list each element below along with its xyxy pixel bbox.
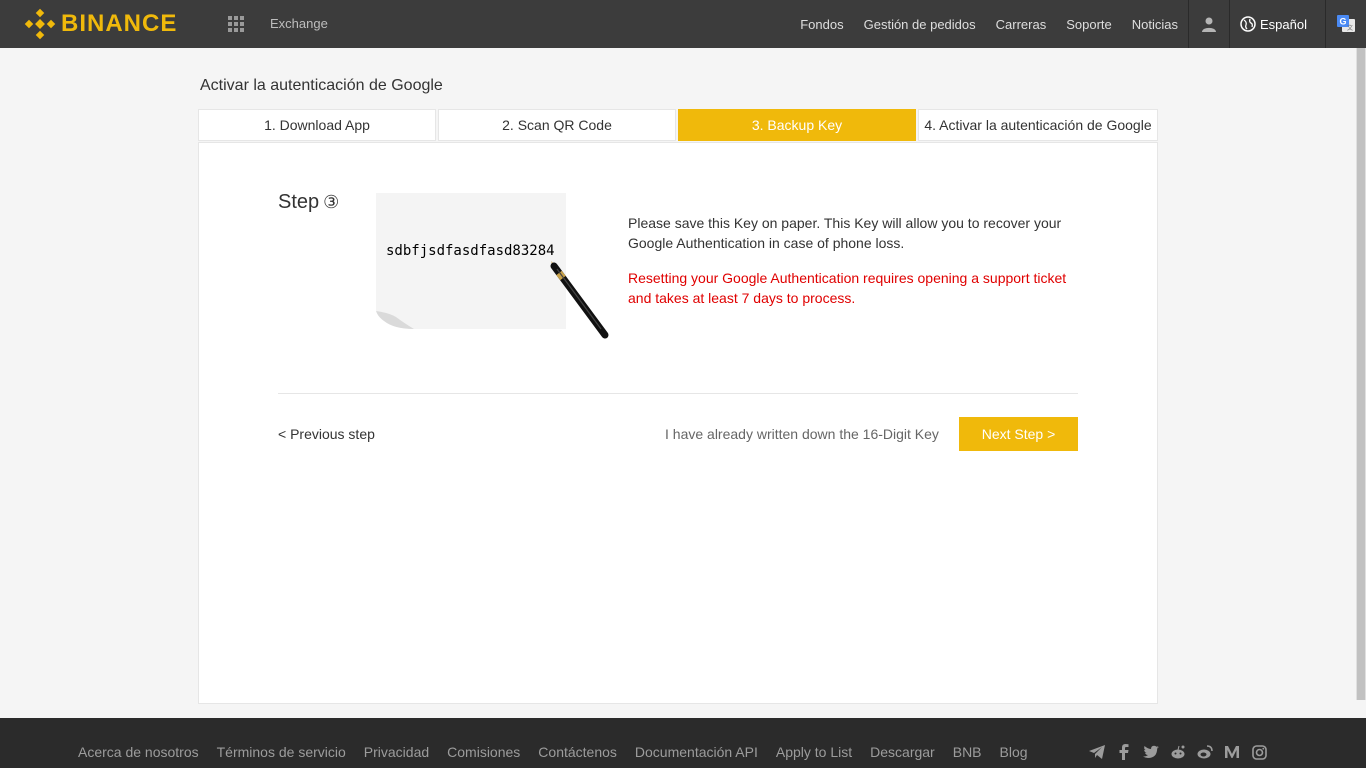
globe-icon — [1240, 16, 1256, 32]
nav-carreras[interactable]: Carreras — [996, 17, 1047, 32]
social-links — [1088, 743, 1277, 761]
instagram-icon[interactable] — [1250, 743, 1268, 761]
brand-name: BINANCE — [61, 10, 178, 37]
main-nav: Fondos Gestión de pedidos Carreras Sopor… — [800, 0, 1366, 48]
footer-link-fees[interactable]: Comisiones — [447, 744, 520, 760]
footer: Acerca de nosotros Términos de servicio … — [0, 718, 1366, 768]
backup-key-paper: sdbfjsdfasdfasd83284 — [376, 193, 566, 329]
telegram-icon[interactable] — [1088, 743, 1106, 761]
footer-link-bnb[interactable]: BNB — [953, 744, 982, 760]
key-written-confirmation: I have already written down the 16-Digit… — [665, 426, 939, 442]
weibo-icon[interactable] — [1196, 743, 1214, 761]
nav-gestion-pedidos[interactable]: Gestión de pedidos — [864, 17, 976, 32]
language-selector[interactable]: Español — [1230, 0, 1325, 48]
paper-sheet-illustration — [376, 193, 566, 329]
twitter-icon[interactable] — [1142, 743, 1160, 761]
facebook-icon[interactable] — [1115, 743, 1133, 761]
footer-link-apply-to-list[interactable]: Apply to List — [776, 744, 852, 760]
footer-link-download[interactable]: Descargar — [870, 744, 935, 760]
footer-link-terms[interactable]: Términos de servicio — [217, 744, 346, 760]
step-heading: Step ③ — [278, 191, 339, 214]
nav-soporte[interactable]: Soporte — [1066, 17, 1112, 32]
top-navigation-bar: BINANCE Exchange Fondos Gestión de pedid… — [0, 0, 1366, 48]
fountain-pen-icon — [550, 261, 609, 339]
binance-logo[interactable]: BINANCE — [24, 8, 177, 40]
tab-scan-qr-code[interactable]: 2. Scan QR Code — [438, 109, 676, 141]
footer-links: Acerca de nosotros Términos de servicio … — [78, 744, 1046, 760]
step-content-panel: Step ③ sdbfjsdfasdfasd83284 Please save t… — [198, 142, 1158, 704]
footer-link-api-docs[interactable]: Documentación API — [635, 744, 758, 760]
scrollbar-thumb[interactable] — [1357, 48, 1365, 700]
translate-button[interactable]: G 文 — [1326, 0, 1366, 48]
svg-text:G: G — [1339, 17, 1346, 27]
tab-activate-google-auth[interactable]: 4. Activar la autenticación de Google — [918, 109, 1158, 141]
tab-backup-key[interactable]: 3. Backup Key — [678, 109, 916, 141]
user-icon — [1202, 17, 1217, 32]
language-label: Español — [1260, 16, 1307, 32]
tab-download-app[interactable]: 1. Download App — [198, 109, 436, 141]
reddit-icon[interactable] — [1169, 743, 1187, 761]
page-title: Activar la autenticación de Google — [200, 77, 443, 94]
binance-diamond-icon — [24, 8, 56, 40]
medium-icon[interactable] — [1223, 743, 1241, 761]
step-heading-text: Step — [278, 191, 320, 213]
footer-link-about[interactable]: Acerca de nosotros — [78, 744, 199, 760]
step-number: ③ — [323, 192, 340, 212]
google-translate-icon: G 文 — [1337, 15, 1355, 32]
footer-link-contact[interactable]: Contáctenos — [538, 744, 617, 760]
exchange-link[interactable]: Exchange — [270, 16, 328, 31]
backup-key-description: Please save this Key on paper. This Key … — [628, 215, 1062, 251]
nav-fondos[interactable]: Fondos — [800, 17, 843, 32]
step-tabs: 1. Download App 2. Scan QR Code 3. Backu… — [198, 109, 1158, 141]
apps-grid-icon[interactable] — [228, 16, 244, 32]
previous-step-link[interactable]: < Previous step — [278, 426, 375, 442]
panel-divider — [278, 393, 1078, 394]
footer-link-blog[interactable]: Blog — [1000, 744, 1028, 760]
user-account-button[interactable] — [1189, 0, 1229, 48]
next-step-button[interactable]: Next Step > — [959, 417, 1078, 451]
nav-noticias[interactable]: Noticias — [1132, 17, 1178, 32]
svg-text:文: 文 — [1347, 24, 1353, 32]
footer-link-privacy[interactable]: Privacidad — [364, 744, 429, 760]
backup-key-value: sdbfjsdfasdfasd83284 — [386, 243, 555, 259]
reset-warning: Resetting your Google Authentication req… — [628, 270, 1067, 306]
